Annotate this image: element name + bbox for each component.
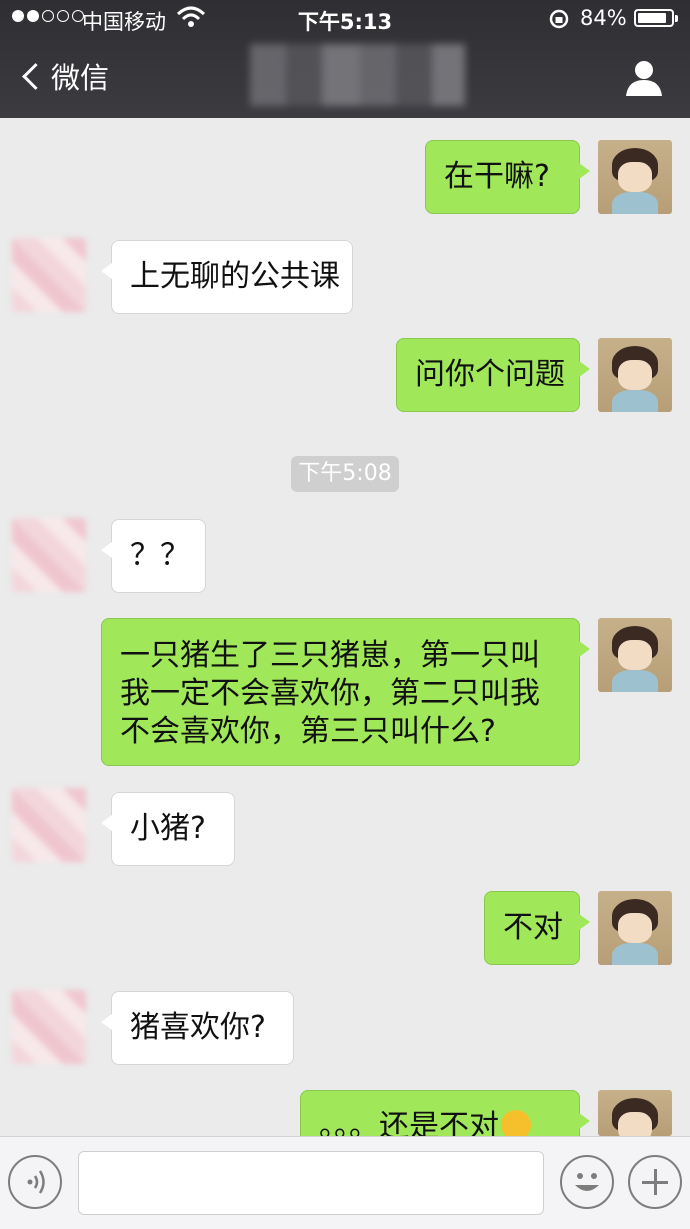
rotation-lock-icon — [549, 9, 569, 29]
battery-icon — [634, 9, 678, 27]
message-bubble-sent[interactable]: 。。。还是不对 — [300, 1090, 590, 1136]
contact-avatar[interactable] — [12, 238, 86, 312]
message-bubble-received[interactable]: ？？ — [101, 519, 206, 593]
message-bubble-received[interactable]: 小猪? — [101, 792, 235, 866]
message-clip: 。。。还是不对 — [290, 1090, 590, 1136]
status-bar: 中国移动 下午5:13 84% — [0, 0, 690, 38]
message-bubble-received[interactable]: 上无聊的公共课 — [101, 240, 353, 314]
chat-timestamp: 下午5:08 — [291, 456, 399, 492]
grin-emoji-icon — [501, 1110, 531, 1136]
message-input[interactable] — [78, 1151, 544, 1215]
message-bubble-sent[interactable]: 在干嘛? — [425, 140, 590, 214]
message-text: 。。。还是不对 — [319, 1109, 499, 1136]
contact-avatar[interactable] — [12, 518, 86, 592]
battery-percent: 84% — [580, 6, 627, 30]
message-bubble-sent[interactable]: 一只猪生了三只猪崽，第一只叫我一定不会喜欢你，第二只叫我不会喜欢你，第三只叫什么… — [101, 618, 590, 766]
my-avatar[interactable] — [598, 140, 672, 214]
message-bubble-sent[interactable]: 不对 — [484, 891, 590, 965]
message-bubble-sent[interactable]: 问你个问题 — [396, 338, 590, 412]
smiley-icon[interactable] — [560, 1155, 614, 1209]
back-button[interactable]: 微信 — [18, 56, 109, 96]
back-label: 微信 — [51, 61, 110, 95]
chevron-left-icon — [22, 62, 49, 90]
input-bar — [0, 1136, 690, 1229]
my-avatar[interactable] — [598, 338, 672, 412]
chat-title-blurred — [250, 44, 465, 106]
voice-icon[interactable] — [8, 1155, 62, 1209]
my-avatar[interactable] — [598, 891, 672, 965]
person-icon[interactable] — [622, 58, 666, 98]
my-avatar[interactable] — [598, 618, 672, 692]
my-avatar[interactable] — [598, 1090, 672, 1136]
top-bar: 中国移动 下午5:13 84% 微信 — [0, 0, 690, 118]
plus-icon[interactable] — [628, 1155, 682, 1209]
message-bubble-received[interactable]: 猪喜欢你? — [101, 991, 294, 1065]
contact-avatar[interactable] — [12, 788, 86, 862]
contact-avatar[interactable] — [12, 990, 86, 1064]
